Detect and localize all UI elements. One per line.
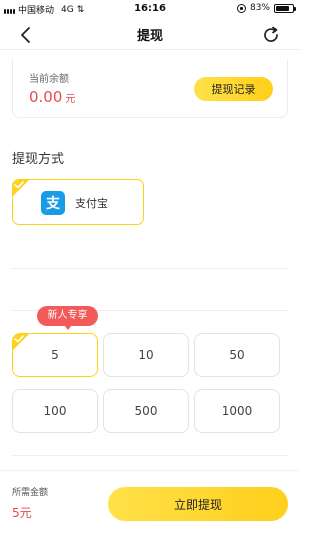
amount-option-label: 10 (138, 348, 154, 362)
amount-option[interactable]: 50 (194, 333, 280, 377)
required-amount-label: 所需金额 (12, 488, 49, 498)
balance-card: 当前余额 0.00 元 提现记录 (12, 60, 288, 118)
amount-option[interactable]: 5 (12, 333, 98, 377)
amount-option[interactable]: 10 (103, 333, 189, 377)
new-user-badge: 新人专享 (37, 306, 98, 330)
bottom-bar: 所需金额 5元 立即提现 (0, 470, 300, 534)
required-amount-value: 5元 (12, 506, 32, 520)
selected-check-icon (13, 334, 29, 350)
divider (12, 268, 288, 269)
refresh-icon[interactable] (260, 24, 282, 46)
battery-percent: 83% (249, 3, 270, 13)
withdraw-now-button[interactable]: 立即提现 (108, 487, 288, 521)
method-name: 支付宝 (75, 197, 108, 210)
battery-icon (274, 3, 296, 13)
amount-option-label: 500 (134, 404, 158, 418)
nav-bar: 提现 (0, 18, 300, 50)
method-section-title: 提现方式 (12, 152, 65, 167)
balance-value: 0.00 (29, 88, 63, 106)
divider (12, 455, 288, 456)
balance-unit: 元 (65, 94, 76, 105)
withdraw-history-button[interactable]: 提现记录 (194, 77, 273, 101)
selected-check-icon (13, 180, 29, 196)
amount-option-label: 1000 (221, 404, 253, 418)
method-option-alipay[interactable]: 支 支付宝 (12, 179, 144, 225)
amount-option[interactable]: 500 (103, 389, 189, 433)
balance-amount: 0.00 元 (29, 88, 75, 106)
alipay-icon: 支 (41, 191, 65, 215)
status-bar: 中国移动 4G ⇅ 16:16 83% (0, 0, 300, 18)
amount-option-label: 50 (229, 348, 245, 362)
balance-label: 当前余额 (29, 74, 69, 85)
rotation-lock-icon (236, 3, 246, 13)
amount-option[interactable]: 1000 (194, 389, 280, 433)
status-right: 83% (236, 3, 296, 13)
amount-option-label: 5 (51, 348, 59, 362)
amount-option-label: 100 (43, 404, 67, 418)
page-title: 提现 (136, 29, 163, 44)
amount-option[interactable]: 100 (12, 389, 98, 433)
